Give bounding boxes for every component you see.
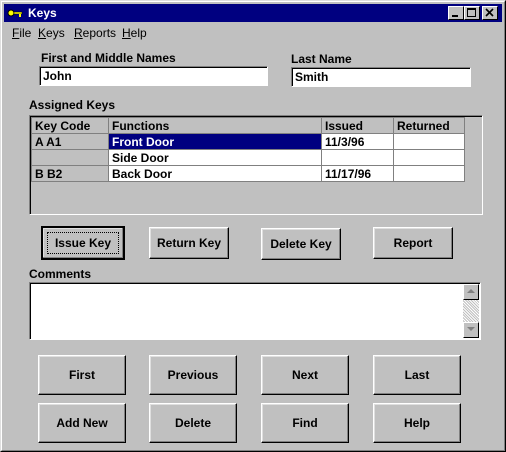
scroll-up-icon	[467, 289, 475, 293]
menu-file[interactable]: File	[12, 26, 31, 40]
comments-textarea[interactable]	[29, 282, 481, 340]
add-new-button[interactable]: Add New	[38, 403, 126, 443]
add-new-label: Add New	[56, 416, 108, 430]
function-cell[interactable]: Side Door	[108, 149, 322, 166]
minimize-button[interactable]	[448, 6, 464, 20]
menu-help[interactable]: Help	[122, 26, 147, 40]
issued-cell[interactable]: 11/17/96	[321, 165, 394, 182]
delete-button[interactable]: Delete	[149, 403, 237, 443]
column-header-issued[interactable]: Issued	[321, 117, 394, 134]
first-names-label: First and Middle Names	[41, 51, 176, 65]
column-header-key-code[interactable]: Key Code	[31, 117, 109, 134]
key-code-cell[interactable]	[31, 149, 109, 166]
menu-reports-rest: eports	[82, 26, 117, 40]
close-icon	[485, 8, 494, 17]
first-names-field[interactable]: John	[39, 66, 268, 86]
comments-label: Comments	[29, 267, 92, 281]
table-row[interactable]: B B2 Back Door 11/17/96	[31, 165, 465, 182]
menu-file-rest: ile	[19, 26, 32, 40]
last-name-field[interactable]: Smith	[291, 67, 471, 87]
focus-rect	[47, 232, 119, 254]
scroll-down-button[interactable]	[463, 322, 479, 338]
assigned-keys-table: Key Code Functions Issued Returned A A1 …	[31, 117, 465, 182]
first-label: First	[68, 368, 95, 382]
previous-button[interactable]: Previous	[149, 355, 237, 395]
scroll-up-button[interactable]	[463, 284, 479, 300]
issued-cell[interactable]: 11/3/96	[321, 133, 394, 150]
return-key-label: Return Key	[156, 236, 221, 250]
help-button[interactable]: Help	[373, 403, 461, 443]
menu-keys[interactable]: Keys	[38, 26, 65, 40]
previous-label: Previous	[167, 368, 219, 382]
returned-cell[interactable]	[393, 149, 465, 166]
return-key-button[interactable]: Return Key	[149, 227, 229, 259]
maximize-button[interactable]	[464, 6, 480, 20]
menu-keys-rest: eys	[46, 26, 65, 40]
last-label: Last	[404, 368, 430, 382]
function-cell[interactable]: Front Door	[108, 133, 322, 150]
menu-reports[interactable]: Reports	[74, 26, 116, 40]
next-button[interactable]: Next	[261, 355, 349, 395]
function-cell[interactable]: Back Door	[108, 165, 322, 182]
close-button[interactable]	[482, 6, 498, 20]
menu-bar: File Keys Reports Help	[4, 23, 502, 41]
next-label: Next	[291, 368, 318, 382]
returned-cell[interactable]	[393, 165, 465, 182]
issue-key-button[interactable]: Issue Key	[41, 226, 125, 260]
returned-cell[interactable]	[393, 133, 465, 150]
find-label: Find	[292, 416, 318, 430]
maximize-icon	[467, 8, 476, 17]
delete-key-label: Delete Key	[270, 237, 332, 251]
column-header-returned[interactable]: Returned	[393, 117, 465, 134]
delete-label: Delete	[174, 416, 212, 430]
window-title: Keys	[28, 6, 57, 20]
delete-key-button[interactable]: Delete Key	[261, 228, 341, 260]
scroll-down-icon	[467, 327, 475, 331]
issued-cell[interactable]	[321, 149, 394, 166]
menu-help-rest: elp	[130, 26, 147, 40]
first-button[interactable]: First	[38, 355, 126, 395]
table-header-row: Key Code Functions Issued Returned	[31, 117, 465, 134]
title-bar[interactable]: Keys	[4, 4, 502, 22]
minimize-icon	[452, 15, 458, 17]
report-label: Report	[393, 236, 433, 250]
key-code-cell[interactable]: A A1	[31, 133, 109, 150]
assigned-keys-label: Assigned Keys	[29, 98, 116, 112]
report-button[interactable]: Report	[373, 227, 453, 259]
comments-scrollbar[interactable]	[463, 284, 479, 338]
assigned-keys-grid[interactable]: Key Code Functions Issued Returned A A1 …	[29, 115, 483, 215]
help-label: Help	[403, 416, 430, 430]
key-app-icon	[7, 9, 23, 17]
keys-window: Keys File Keys Reports Help First and Mi…	[0, 0, 506, 452]
table-row[interactable]: A A1 Front Door 11/3/96	[31, 133, 465, 150]
column-header-functions[interactable]: Functions	[108, 117, 322, 134]
last-button[interactable]: Last	[373, 355, 461, 395]
last-name-label: Last Name	[291, 52, 352, 66]
table-row[interactable]: Side Door	[31, 149, 465, 166]
key-code-cell[interactable]: B B2	[31, 165, 109, 182]
find-button[interactable]: Find	[261, 403, 349, 443]
